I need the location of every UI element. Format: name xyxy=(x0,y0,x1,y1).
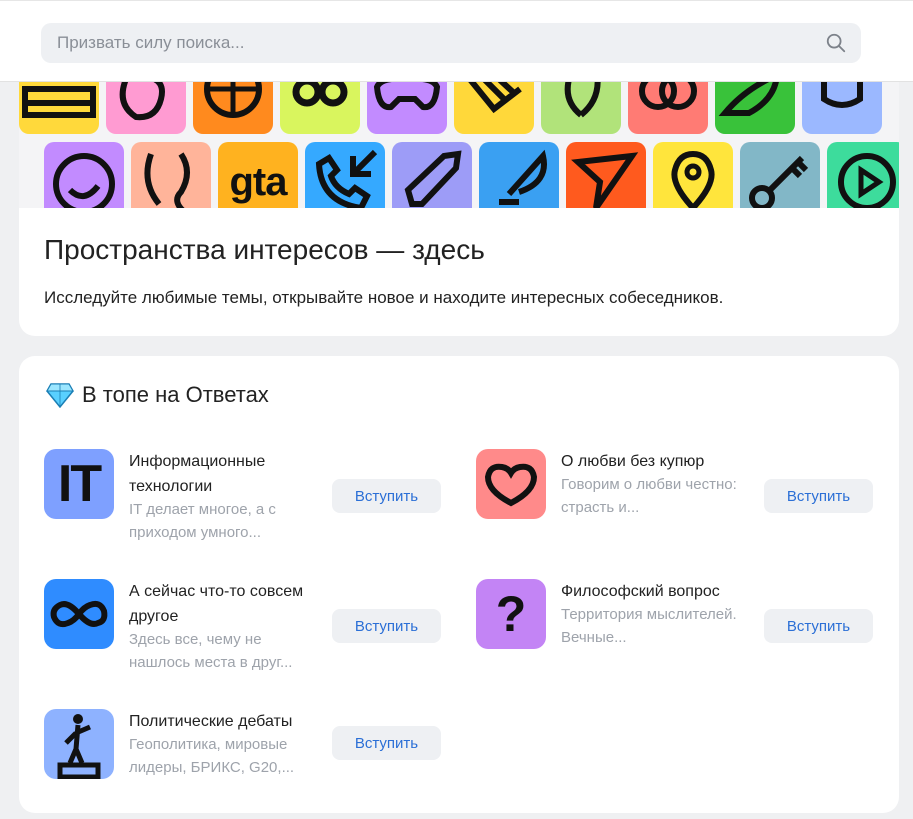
laughing-face-icon xyxy=(53,153,115,208)
sofa-icon xyxy=(22,86,96,118)
join-button[interactable]: Вступить xyxy=(764,479,873,513)
head-profile-icon xyxy=(119,82,165,121)
community-description: IT делает многое, а с приходом умного... xyxy=(129,501,276,541)
glasses-icon xyxy=(292,82,348,107)
search-input[interactable] xyxy=(57,33,825,53)
sofa-tile xyxy=(19,82,99,134)
top-communities-card: В топе на Ответах IT Информационные техн… xyxy=(19,356,899,813)
play-icon xyxy=(838,153,896,208)
rings-tile xyxy=(628,82,708,134)
plane-tile xyxy=(566,142,646,208)
infinity-icon xyxy=(50,600,108,628)
community-avatar[interactable] xyxy=(476,449,546,519)
community-item[interactable]: Политические дебаты Геополитика, мировые… xyxy=(44,709,464,809)
community-avatar[interactable] xyxy=(44,709,114,779)
plane-icon xyxy=(571,152,639,208)
quill-tile xyxy=(479,142,559,208)
community-description: Говорим о любви честно: страсть и... xyxy=(561,476,737,516)
incoming-call-icon xyxy=(315,149,378,208)
fish-tile xyxy=(715,82,795,134)
banner-title: Пространства интересов — здесь xyxy=(44,234,485,265)
community-avatar[interactable] xyxy=(44,579,114,649)
community-avatar[interactable]: ? xyxy=(476,579,546,649)
section-title: В топе на Ответах xyxy=(82,382,269,407)
join-button[interactable]: Вступить xyxy=(332,609,441,643)
fish-icon xyxy=(718,82,779,116)
community-avatar[interactable]: IT xyxy=(44,449,114,519)
rocket-tile xyxy=(392,142,472,208)
join-button[interactable]: Вступить xyxy=(332,479,441,513)
search-bar[interactable] xyxy=(41,23,861,63)
leaf-icon xyxy=(564,82,601,118)
key-icon xyxy=(749,155,809,208)
basketball-tile xyxy=(193,82,273,134)
join-button[interactable]: Вступить xyxy=(332,726,441,760)
community-item[interactable]: ? Философский вопрос Территория мыслител… xyxy=(476,579,896,679)
top-bar xyxy=(0,0,913,82)
hand-icon xyxy=(468,82,522,114)
community-name[interactable]: Политические дебаты xyxy=(129,709,309,734)
fist-icon xyxy=(821,82,863,108)
topics-mosaic: gta xyxy=(19,82,899,208)
laugh-tile xyxy=(44,142,124,208)
community-name[interactable]: Философский вопрос xyxy=(561,579,741,604)
tooth-tile xyxy=(802,82,882,134)
join-button[interactable]: Вступить xyxy=(764,609,873,643)
gamepad-icon xyxy=(373,82,441,111)
question-icon: ? xyxy=(495,586,527,642)
community-description: Территория мыслителей. Вечные... xyxy=(561,606,737,646)
face-tile xyxy=(106,82,186,134)
profile-tile xyxy=(131,142,211,208)
rocket-icon xyxy=(404,150,462,207)
it-icon: IT xyxy=(57,455,102,513)
glasses-tile xyxy=(280,82,360,134)
community-item[interactable]: А сейчас что-то совсем другое Здесь все,… xyxy=(44,579,464,679)
section-header: В топе на Ответах xyxy=(46,382,269,408)
speaker-podium-icon xyxy=(57,714,101,779)
search-icon[interactable] xyxy=(825,32,847,54)
play-tile xyxy=(827,142,899,208)
hand-tile xyxy=(454,82,534,134)
quill-icon xyxy=(499,149,547,205)
phone-tile xyxy=(305,142,385,208)
community-item[interactable]: IT Информационные технологии IT делает м… xyxy=(44,449,464,549)
spaces-banner[interactable]: gta Пространства интересов — здесь Иссле… xyxy=(19,82,899,336)
community-name[interactable]: А сейчас что-то совсем другое xyxy=(129,579,309,629)
gamepad-tile xyxy=(367,82,447,134)
banner-subtitle: Исследуйте любимые темы, открывайте ново… xyxy=(44,288,724,307)
community-name[interactable]: Информационные технологии xyxy=(129,449,309,499)
diamond-icon xyxy=(46,383,74,408)
community-item[interactable]: О любви без купюр Говорим о любви честно… xyxy=(476,449,896,549)
basketball-icon xyxy=(204,82,262,118)
gta-tile: gta xyxy=(218,142,298,208)
faces-icon xyxy=(144,152,190,208)
gta-logo: gta xyxy=(229,159,288,204)
community-description: Здесь все, чему не нашлось места в друг.… xyxy=(129,631,293,671)
community-description: Геополитика, мировые лидеры, БРИКС, G20,… xyxy=(129,736,295,776)
community-name[interactable]: О любви без купюр xyxy=(561,449,741,474)
location-tile xyxy=(653,142,733,208)
rings-icon xyxy=(639,82,697,110)
plant-tile xyxy=(541,82,621,134)
location-pin-icon xyxy=(671,150,715,208)
heart-icon xyxy=(484,463,538,507)
key-tile xyxy=(740,142,820,208)
